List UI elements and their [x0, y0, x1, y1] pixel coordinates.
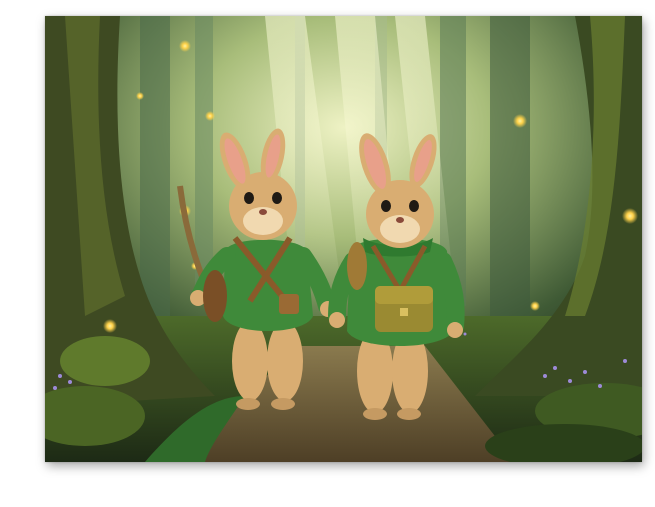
canvas-print [45, 16, 642, 462]
forest-scene-illustration [45, 16, 642, 462]
